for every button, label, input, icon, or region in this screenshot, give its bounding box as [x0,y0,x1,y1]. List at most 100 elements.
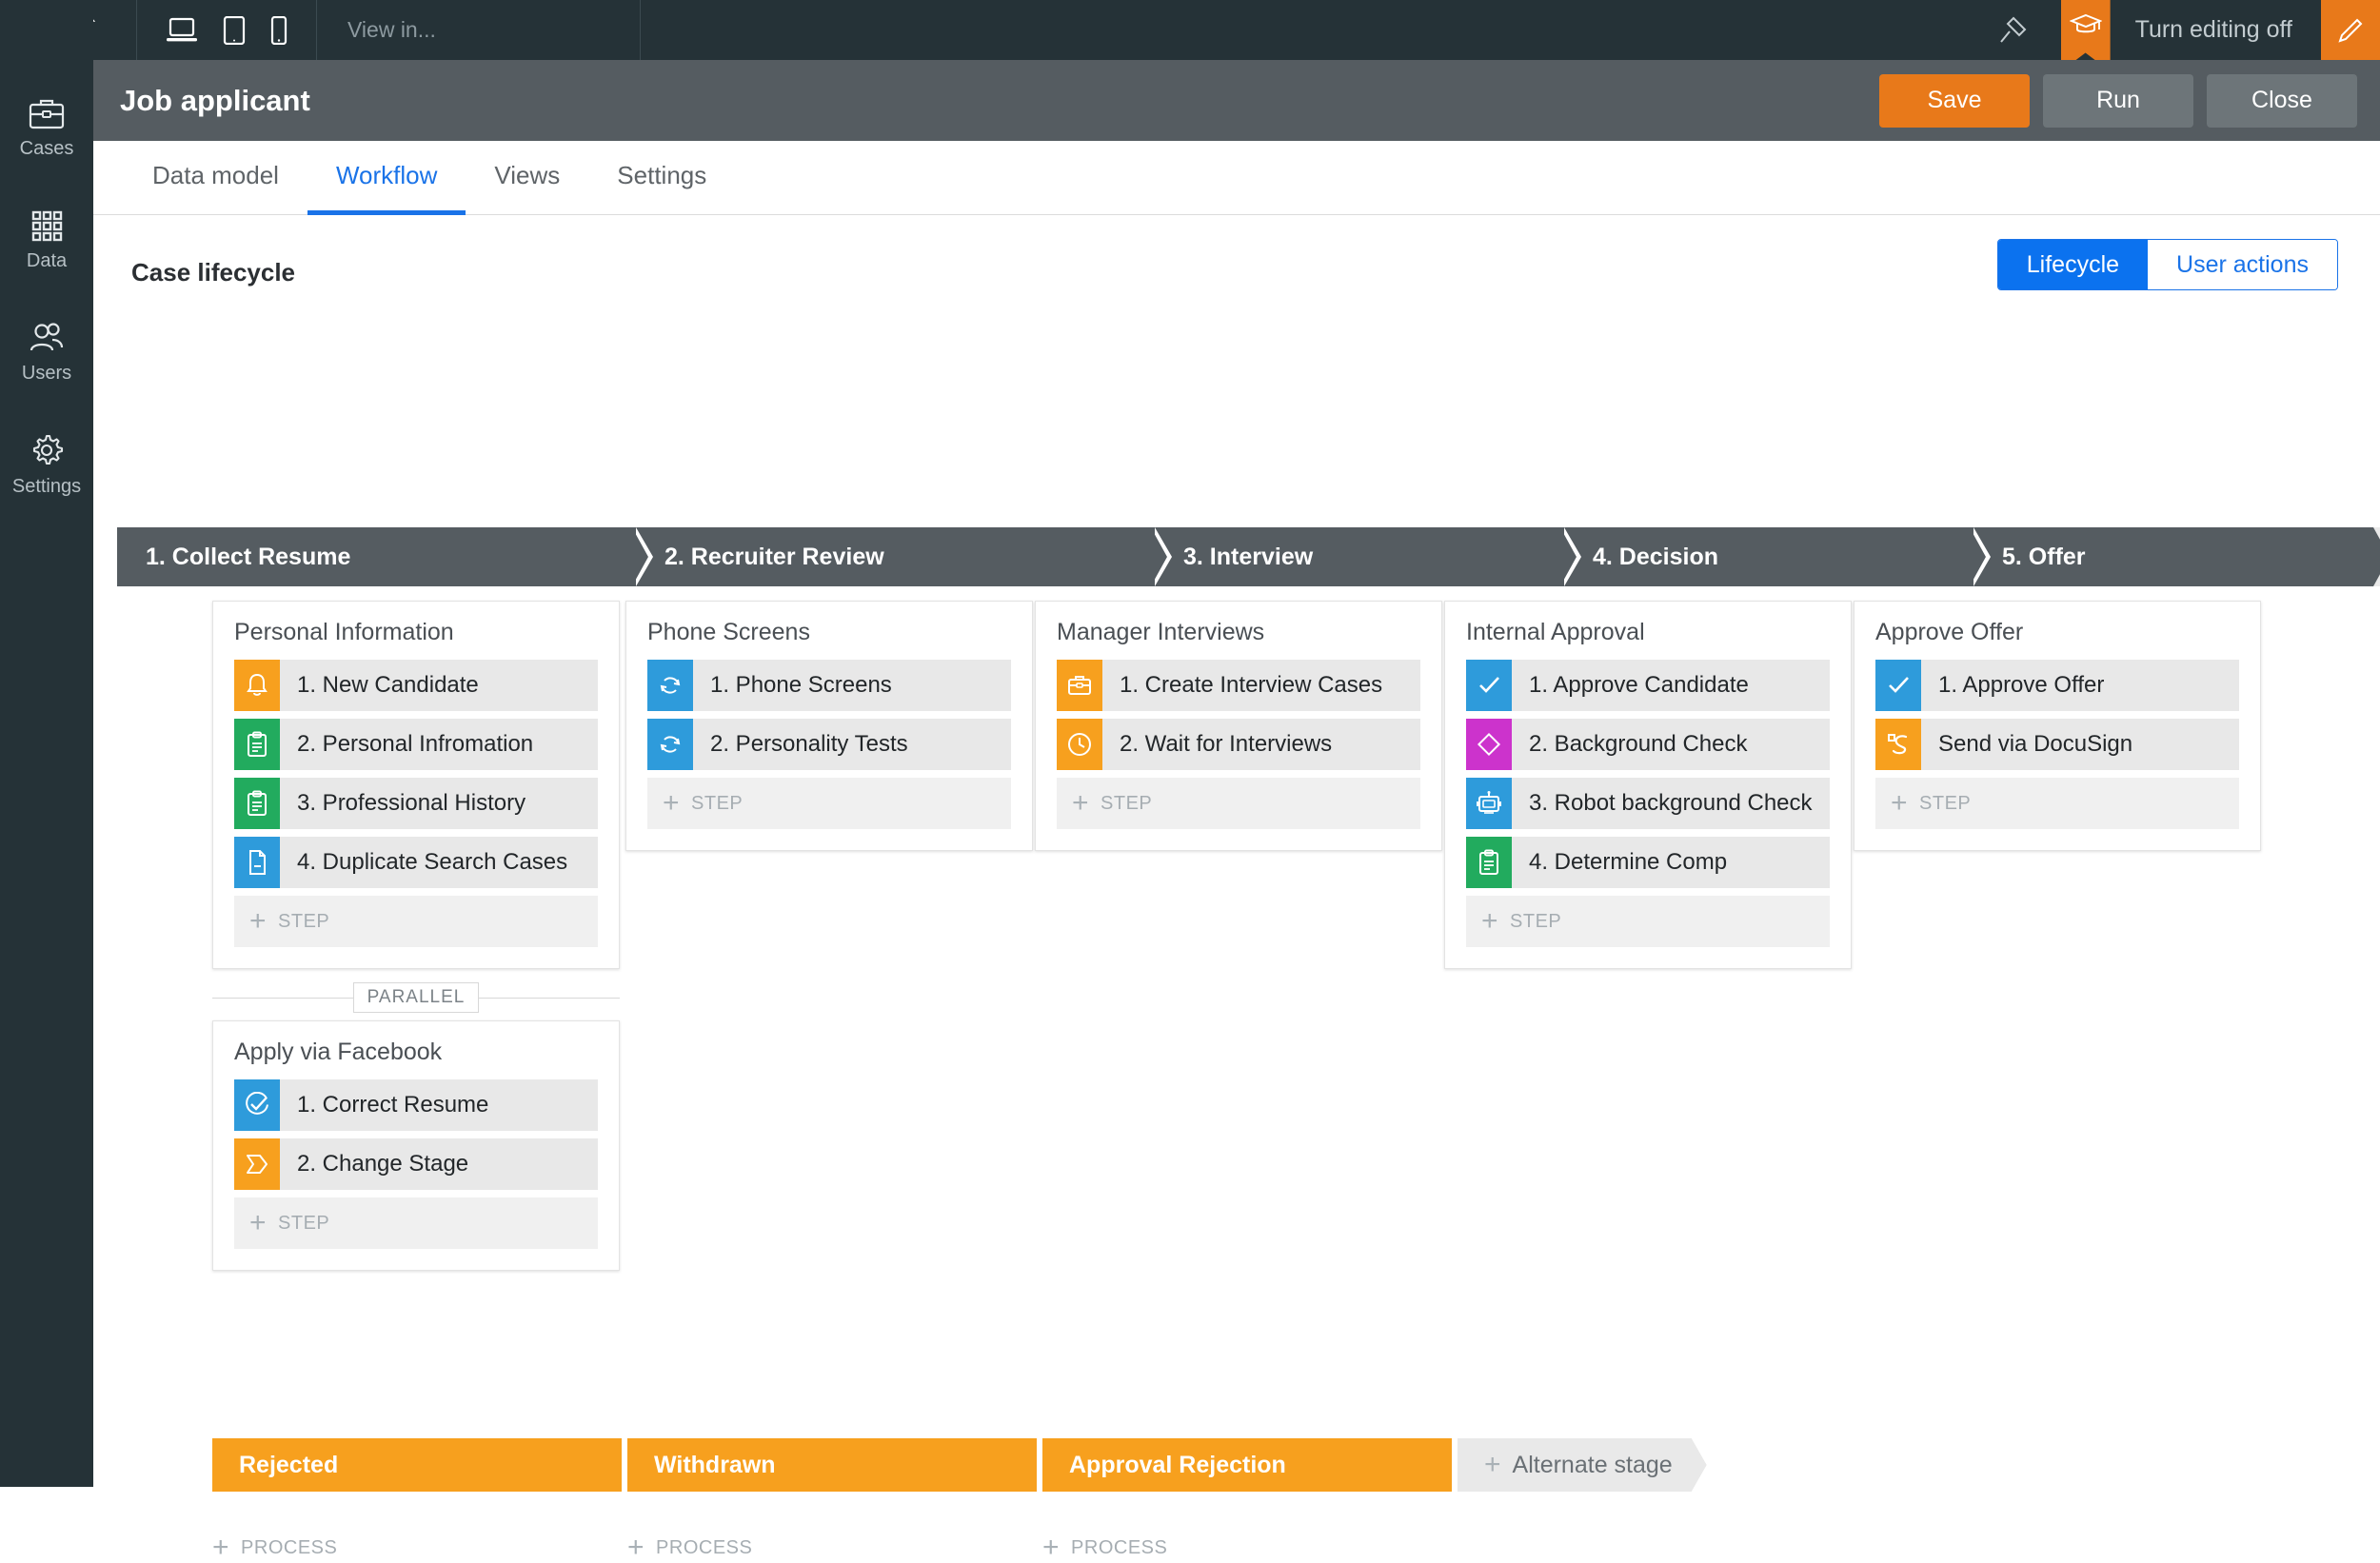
step-change-stage[interactable]: 2. Change Stage [234,1138,598,1190]
mode-lifecycle-button[interactable]: Lifecycle [1998,240,2148,289]
add-process-button[interactable]: + PROCESS [627,1533,1042,1562]
add-process-button[interactable]: + PROCESS [212,1533,627,1562]
process-title: Internal Approval [1466,619,1830,646]
alt-stage-withdrawn[interactable]: Withdrawn [627,1438,1037,1492]
device-preview-group [137,0,317,60]
process-column-decision: Internal Approval 1. Approve Candidate 2… [1444,601,1852,969]
save-button[interactable]: Save [1879,74,2030,128]
mode-user-actions-button[interactable]: User actions [2148,240,2337,289]
stage-label: 5. Offer [2002,544,2086,571]
tab-workflow[interactable]: Workflow [307,141,466,215]
alternate-stage-row: Rejected Withdrawn Approval Rejection + … [212,1438,1692,1492]
clock-icon [1057,719,1102,770]
sidebar-item-data[interactable]: Data [0,184,93,296]
page-title: Job applicant [120,84,310,118]
add-alternate-stage-button[interactable]: + Alternate stage [1458,1438,1692,1492]
bell-icon [234,660,280,711]
tablet-view-icon[interactable] [223,16,246,45]
editing-toggle[interactable]: Turn editing off [2118,0,2321,60]
users-icon [28,321,66,355]
plus-icon: + [212,1533,229,1562]
add-step-button[interactable]: + STEP [647,778,1011,829]
step-create-interview-cases[interactable]: 1. Create Interview Cases [1057,660,1420,711]
step-send-via-docusign[interactable]: Send via DocuSign [1875,719,2239,770]
view-in-selector[interactable]: View in... [317,0,641,60]
add-process-label: PROCESS [241,1537,337,1559]
plus-icon: + [663,789,680,818]
process-title: Manager Interviews [1057,619,1420,646]
pencil-icon [2337,17,2364,44]
step-personal-information[interactable]: 2. Personal Infromation [234,719,598,770]
gear-icon [29,432,65,468]
stage-label: 1. Collect Resume [146,544,350,571]
process-title: Phone Screens [647,619,1011,646]
add-step-button[interactable]: + STEP [1466,896,1830,947]
step-wait-for-interviews[interactable]: 2. Wait for Interviews [1057,719,1420,770]
plus-icon: + [1072,789,1089,818]
process-card-apply-via-facebook[interactable]: Apply via Facebook 1. Correct Resume 2. … [212,1020,620,1271]
stage-offer[interactable]: 5. Offer [1973,527,2373,586]
step-correct-resume[interactable]: 1. Correct Resume [234,1079,598,1131]
plus-icon: + [1891,789,1908,818]
step-label: 1. Correct Resume [280,1079,598,1131]
step-label: 1. New Candidate [280,660,598,711]
step-determine-comp[interactable]: 4. Determine Comp [1466,837,1830,888]
process-card-phone-screens[interactable]: Phone Screens 1. Phone Screens 2. Person… [625,601,1033,851]
step-background-check[interactable]: 2. Background Check [1466,719,1830,770]
alt-stage-approval-rejection[interactable]: Approval Rejection [1042,1438,1452,1492]
toolbar-spacer [641,0,1972,60]
sidebar-item-users[interactable]: Users [0,296,93,408]
step-professional-history[interactable]: 3. Professional History [234,778,598,829]
step-robot-background-check[interactable]: 3. Robot background Check [1466,778,1830,829]
stage-collect-resume[interactable]: 1. Collect Resume [117,527,636,586]
add-process-button[interactable]: + PROCESS [1042,1533,1458,1562]
process-card-personal-information[interactable]: Personal Information 1. New Candidate 2.… [212,601,620,969]
step-new-candidate[interactable]: 1. New Candidate [234,660,598,711]
step-personality-tests[interactable]: 2. Personality Tests [647,719,1011,770]
add-step-button[interactable]: + STEP [1875,778,2239,829]
alt-stage-label: Approval Rejection [1069,1452,1286,1479]
editing-toggle-label: Turn editing off [2135,16,2292,44]
phone-view-icon[interactable] [270,16,288,45]
alt-stage-rejected[interactable]: Rejected [212,1438,622,1492]
alt-stage-label: Withdrawn [654,1452,776,1479]
training-ribbon-button[interactable] [2053,0,2118,60]
plus-icon: + [1481,907,1498,936]
process-title: Personal Information [234,619,598,646]
tab-data-model[interactable]: Data model [124,141,307,215]
add-step-button[interactable]: + STEP [234,896,598,947]
step-duplicate-search-cases[interactable]: 4. Duplicate Search Cases [234,837,598,888]
add-step-button[interactable]: + STEP [1057,778,1420,829]
stage-recruiter-review[interactable]: 2. Recruiter Review [636,527,1155,586]
pin-button[interactable] [1972,0,2053,60]
step-label: 3. Robot background Check [1512,778,1830,829]
step-label: 2. Background Check [1512,719,1830,770]
step-approve-offer[interactable]: 1. Approve Offer [1875,660,2239,711]
edit-pencil-button[interactable] [2321,0,2380,60]
step-approve-candidate[interactable]: 1. Approve Candidate [1466,660,1830,711]
add-step-button[interactable]: + STEP [234,1197,598,1249]
tab-settings[interactable]: Settings [588,141,735,215]
sidebar-item-cases[interactable]: Cases [0,71,93,184]
step-label: 4. Duplicate Search Cases [280,837,598,888]
stage-row: 1. Collect Resume 2. Recruiter Review 3.… [117,527,2380,586]
tab-views[interactable]: Views [466,141,588,215]
lifecycle-mode-toggle: Lifecycle User actions [1997,239,2338,290]
desktop-view-icon[interactable] [166,17,198,44]
stage-decision[interactable]: 4. Decision [1564,527,1973,586]
workflow-canvas: Case lifecycle Lifecycle User actions 1.… [93,215,2380,1487]
parallel-label: PARALLEL [353,982,480,1013]
sidebar-item-settings[interactable]: Settings [0,408,93,521]
stage-label: 4. Decision [1593,544,1718,571]
step-label: 1. Create Interview Cases [1102,660,1420,711]
view-in-label: View in... [347,17,436,43]
process-card-internal-approval[interactable]: Internal Approval 1. Approve Candidate 2… [1444,601,1852,969]
process-card-manager-interviews[interactable]: Manager Interviews 1. Create Interview C… [1035,601,1442,851]
run-button[interactable]: Run [2043,74,2193,128]
document-minus-icon [234,837,280,888]
stage-interview[interactable]: 3. Interview [1155,527,1564,586]
step-label: 3. Professional History [280,778,598,829]
process-card-approve-offer[interactable]: Approve Offer 1. Approve Offer Send via … [1854,601,2261,851]
close-button[interactable]: Close [2207,74,2357,128]
step-phone-screens[interactable]: 1. Phone Screens [647,660,1011,711]
